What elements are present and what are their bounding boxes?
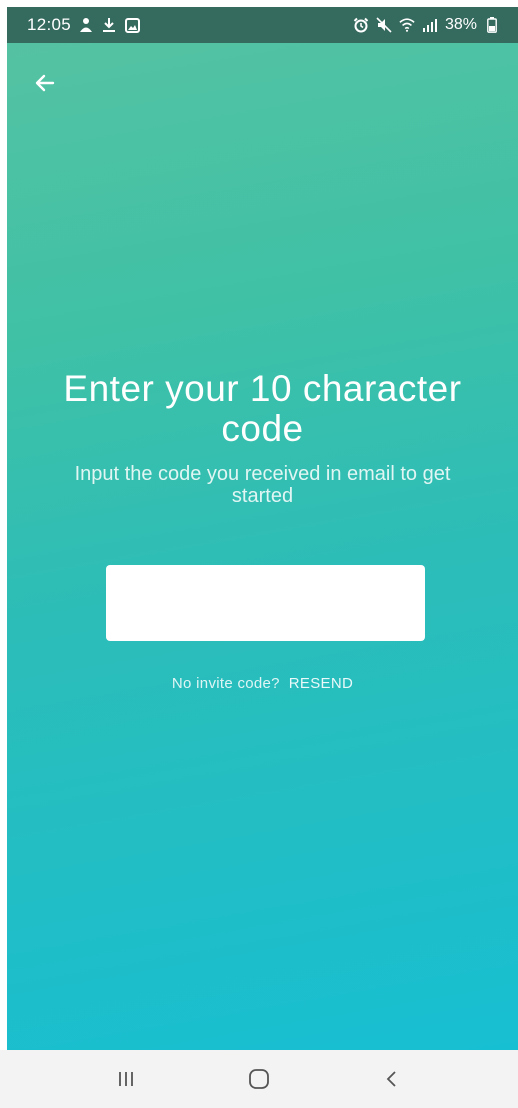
status-bar-right: 38% <box>353 16 500 34</box>
recent-apps-icon <box>119 1072 134 1086</box>
page-subtitle: Input the code you received in email to … <box>74 463 451 507</box>
download-icon <box>101 17 117 33</box>
phone-screen: 12:05 38% Enter your 10 character code I… <box>0 0 518 1108</box>
signal-icon <box>422 17 438 33</box>
status-time: 12:05 <box>27 15 72 34</box>
notification-app-icon <box>78 17 94 33</box>
home-icon <box>249 1069 269 1089</box>
system-nav-bar <box>0 1050 518 1108</box>
resend-link[interactable]: RESEND <box>289 675 353 692</box>
gallery-icon <box>124 17 140 33</box>
resend-row: No invite code? RESEND <box>7 675 518 692</box>
battery-icon <box>484 17 500 33</box>
recent-apps-button[interactable] <box>96 1057 156 1101</box>
home-button[interactable] <box>229 1057 289 1101</box>
back-icon <box>386 1071 396 1087</box>
resend-prompt: No invite code? <box>171 675 280 692</box>
invite-code-input[interactable] <box>106 565 425 641</box>
status-bar: 12:05 38% <box>7 7 518 43</box>
arrow-left-icon <box>35 74 55 92</box>
system-back-button[interactable] <box>362 1057 422 1101</box>
back-button[interactable] <box>29 67 61 99</box>
page-title: Enter your 10 character code <box>63 368 462 449</box>
battery-percent: 38% <box>444 16 477 33</box>
status-bar-left: 12:05 <box>27 15 140 35</box>
code-prompt: Enter your 10 character code Input the c… <box>7 368 518 508</box>
alarm-icon <box>353 17 369 33</box>
wifi-icon <box>399 17 415 33</box>
mute-icon <box>376 17 392 33</box>
invite-code-screen: 12:05 38% Enter your 10 character code I… <box>7 7 518 1050</box>
